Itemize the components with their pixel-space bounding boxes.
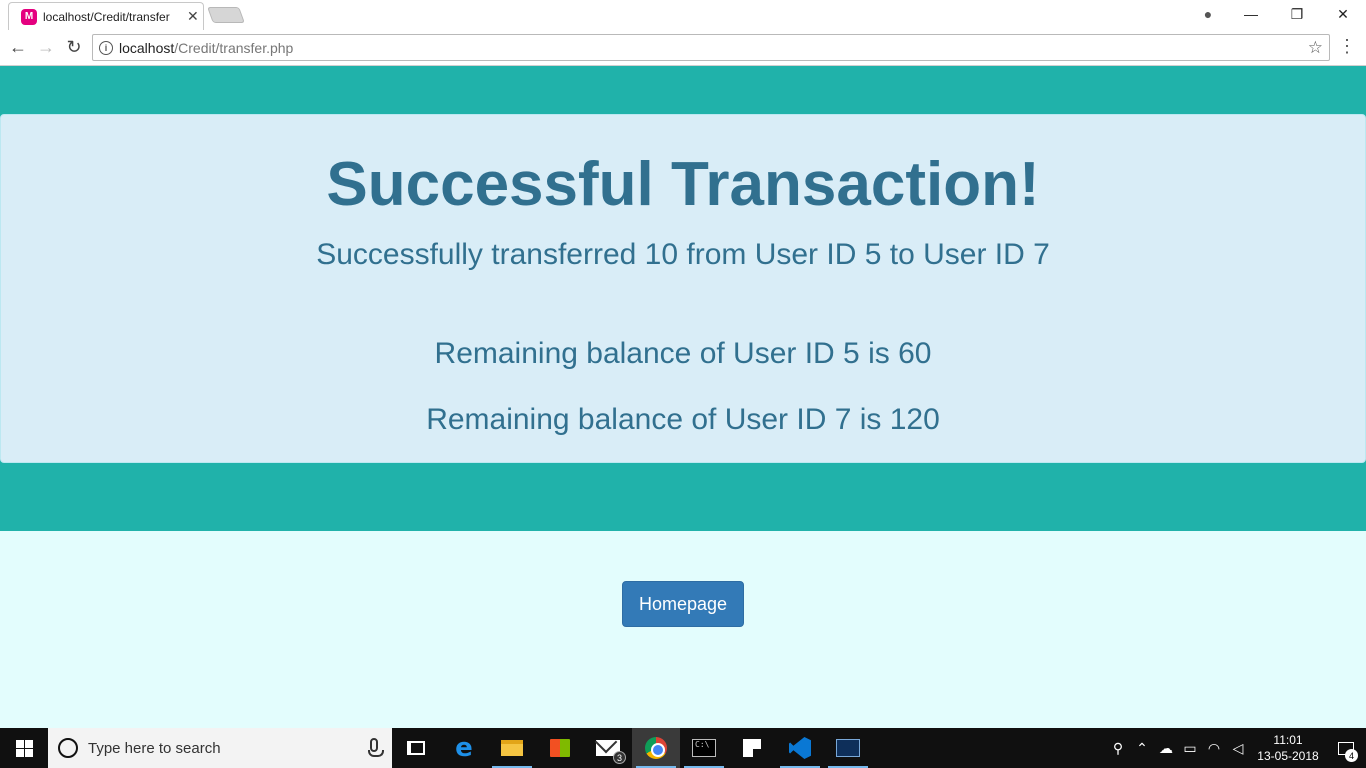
chevron-up-icon[interactable]: ⌃: [1130, 740, 1154, 757]
onedrive-cloud-icon[interactable]: ☁: [1154, 740, 1178, 757]
mysql-workbench-button[interactable]: [824, 728, 872, 768]
sticky-notes-icon: [743, 739, 761, 757]
sender-balance: Remaining balance of User ID 5 is 60: [434, 337, 932, 370]
browser-toolbar: ← → ↻ i localhost /Credit/transfer.php ☆…: [0, 30, 1366, 66]
wifi-icon[interactable]: ◠: [1202, 740, 1226, 757]
mysql-workbench-icon: [836, 739, 860, 757]
system-tray: ⚲ ⌃ ☁ ▭ ◠ ◁ 11:01 13-05-2018 4: [1106, 728, 1366, 768]
homepage-button[interactable]: Homepage: [622, 581, 744, 627]
store-button[interactable]: [536, 728, 584, 768]
window-controls: ● — ❐ ✕: [1188, 0, 1366, 28]
terminal-icon: C:\: [692, 739, 716, 757]
clock-time: 11:01: [1273, 733, 1303, 747]
minimize-button[interactable]: —: [1228, 6, 1274, 22]
windows-logo-icon: [15, 739, 33, 757]
taskbar-search-box[interactable]: Type here to search: [48, 728, 392, 768]
search-placeholder: Type here to search: [88, 739, 221, 757]
start-button[interactable]: [0, 728, 48, 768]
chrome-button[interactable]: [632, 728, 680, 768]
volume-icon[interactable]: ◁: [1226, 740, 1250, 757]
url-path: /Credit/transfer.php: [174, 39, 294, 56]
mail-badge: 3: [613, 751, 626, 764]
task-view-button[interactable]: [392, 728, 440, 768]
store-icon: [550, 739, 570, 757]
close-window-button[interactable]: ✕: [1320, 6, 1366, 23]
vscode-icon: [789, 737, 811, 759]
browser-tabstrip: M localhost/Credit/transfer ✕ ● — ❐ ✕: [0, 0, 1366, 30]
sticky-notes-button[interactable]: [728, 728, 776, 768]
url-host: localhost: [119, 39, 175, 56]
wamp-favicon-icon: M: [21, 8, 37, 25]
vscode-button[interactable]: [776, 728, 824, 768]
edge-button[interactable]: e: [440, 728, 488, 768]
tab-close-icon[interactable]: ✕: [187, 8, 199, 25]
tab-title: localhost/Credit/transfer: [43, 9, 170, 24]
forward-arrow-icon[interactable]: →: [32, 37, 60, 58]
bookmark-star-icon[interactable]: ☆: [1308, 38, 1323, 58]
clock-date: 13-05-2018: [1257, 749, 1319, 763]
chrome-icon: [645, 737, 667, 759]
browser-menu-icon[interactable]: ⋮: [1338, 37, 1356, 55]
edge-icon: e: [455, 733, 473, 763]
file-explorer-button[interactable]: [488, 728, 536, 768]
maximize-button[interactable]: ❐: [1274, 6, 1320, 23]
receiver-balance: Remaining balance of User ID 7 is 120: [426, 403, 940, 436]
battery-icon[interactable]: ▭: [1178, 740, 1202, 757]
back-arrow-icon[interactable]: ←: [4, 37, 32, 58]
mail-button[interactable]: 3: [584, 728, 632, 768]
folder-icon: [501, 740, 523, 756]
page-title: Successful Transaction!: [326, 150, 1040, 219]
browser-tab[interactable]: M localhost/Credit/transfer ✕: [8, 2, 204, 30]
transfer-message: Successfully transferred 10 from User ID…: [316, 238, 1050, 271]
profile-icon[interactable]: ●: [1188, 6, 1228, 22]
microphone-icon[interactable]: [368, 738, 384, 757]
cortana-icon: [58, 738, 78, 758]
taskbar: Type here to search e 3 C:\ ⚲ ⌃ ☁ ▭ ◠ ◁ …: [0, 728, 1366, 768]
people-icon[interactable]: ⚲: [1106, 740, 1130, 757]
notification-count: 4: [1345, 749, 1358, 762]
info-icon[interactable]: i: [99, 40, 113, 55]
address-bar[interactable]: i localhost /Credit/transfer.php ☆: [92, 34, 1330, 61]
new-tab-button[interactable]: [207, 7, 245, 23]
reload-icon[interactable]: ↻: [60, 37, 88, 58]
taskbar-apps: e 3 C:\: [392, 728, 872, 768]
cmd-button[interactable]: C:\: [680, 728, 728, 768]
clock[interactable]: 11:01 13-05-2018: [1250, 732, 1326, 764]
task-view-icon: [407, 741, 425, 755]
action-center-button[interactable]: 4: [1326, 728, 1366, 768]
